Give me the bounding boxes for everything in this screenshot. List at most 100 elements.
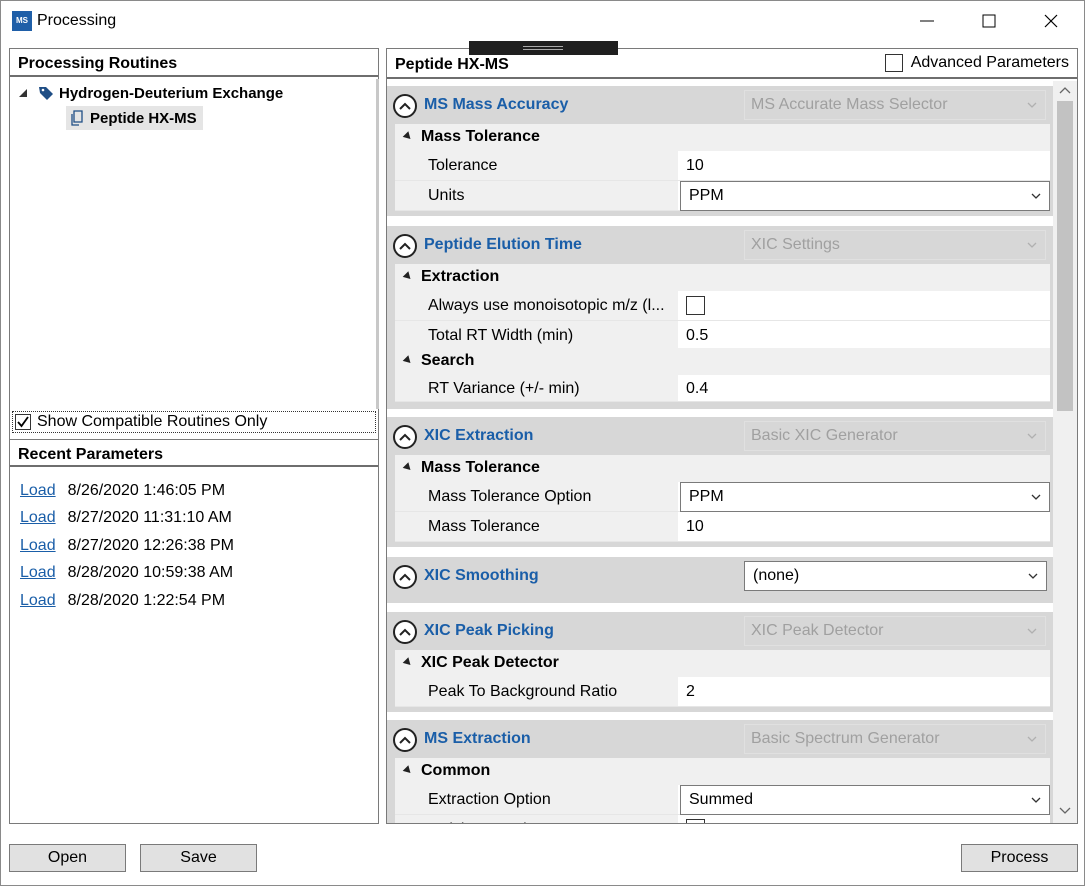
property-name: Tolerance <box>395 151 678 180</box>
window-title: Processing <box>37 12 117 29</box>
collapse-arrow-icon <box>19 89 27 97</box>
collapse-button[interactable] <box>393 94 417 118</box>
property-row: Extraction Option Summed <box>395 785 1050 815</box>
section-header: MS Mass Accuracy MS Accurate Mass Select… <box>387 86 1053 124</box>
load-link[interactable]: Load <box>20 509 56 527</box>
section-header: XIC Extraction Basic XIC Generator <box>387 417 1053 455</box>
chevron-down-icon <box>1027 242 1037 248</box>
recent-timestamp: 8/28/2020 1:22:54 PM <box>67 591 226 609</box>
collapse-button[interactable] <box>393 234 417 258</box>
recent-item: Load 8/27/2020 11:31:10 AM <box>20 505 234 533</box>
collapse-button[interactable] <box>393 565 417 589</box>
tolerance-input[interactable]: 10 <box>686 151 704 180</box>
mass-tolerance-option-dropdown[interactable]: PPM <box>680 482 1050 512</box>
collapse-button[interactable] <box>393 425 417 449</box>
minimize-button[interactable] <box>898 1 956 41</box>
checkbox[interactable] <box>884 54 903 72</box>
load-link[interactable]: Load <box>20 592 56 610</box>
expand-triangle-icon <box>402 765 414 776</box>
extraction-option-dropdown[interactable]: Summed <box>680 785 1050 815</box>
mass-tolerance-input[interactable]: 10 <box>686 512 704 541</box>
property-name: Mass Tolerance <box>395 512 678 541</box>
quick-extraction-checkbox[interactable] <box>686 815 705 823</box>
chevron-up-icon <box>399 628 411 636</box>
section-title: XIC Peak Picking <box>424 622 554 639</box>
group-row[interactable]: XIC Peak Detector <box>395 650 1050 677</box>
section-header: XIC Peak Picking XIC Peak Detector <box>387 612 1053 650</box>
recent-item: Load 8/28/2020 10:59:38 AM <box>20 560 234 588</box>
scroll-up-icon <box>1059 87 1071 94</box>
load-link[interactable]: Load <box>20 564 56 582</box>
load-link[interactable]: Load <box>20 537 56 555</box>
section-header: XIC Smoothing (none) <box>387 557 1053 595</box>
recent-timestamp: 8/27/2020 12:26:38 PM <box>67 536 234 554</box>
recent-timestamp: 8/26/2020 1:46:05 PM <box>67 481 226 499</box>
tree-item-hdx[interactable]: Hydrogen-Deuterium Exchange <box>18 81 283 105</box>
section-title: XIC Extraction <box>424 427 534 444</box>
show-compatible-checkbox[interactable]: Show Compatible Routines Only <box>12 411 376 433</box>
units-dropdown[interactable]: PPM <box>680 181 1050 211</box>
close-button[interactable] <box>1022 1 1080 41</box>
property-row: Tolerance 10 <box>395 151 1050 181</box>
property-row: Quick Extraction <box>395 815 1050 823</box>
monoisotopic-checkbox[interactable] <box>686 291 705 320</box>
save-button[interactable]: Save <box>140 844 257 872</box>
check-icon <box>17 416 29 428</box>
advanced-parameters-checkbox[interactable]: Advanced Parameters <box>883 54 1069 72</box>
peak-ratio-input[interactable]: 2 <box>686 677 695 706</box>
group-row[interactable]: Common <box>395 758 1050 785</box>
smoothing-selector[interactable]: (none) <box>744 561 1047 591</box>
chevron-down-icon <box>1031 193 1041 199</box>
collapse-button[interactable] <box>393 620 417 644</box>
document-icon <box>71 110 83 126</box>
recent-item: Load 8/27/2020 12:26:38 PM <box>20 532 234 560</box>
chevron-down-icon <box>1027 628 1037 634</box>
chevron-up-icon <box>399 242 411 250</box>
collapse-button[interactable] <box>393 728 417 752</box>
algorithm-selector: MS Accurate Mass Selector <box>744 90 1046 120</box>
load-link[interactable]: Load <box>20 482 56 500</box>
chevron-up-icon <box>399 573 411 581</box>
title-bar: MS Processing <box>1 1 1084 41</box>
chevron-up-icon <box>399 433 411 441</box>
parameters-scrollbar[interactable] <box>1053 81 1077 823</box>
tree-item-label: Hydrogen-Deuterium Exchange <box>59 84 284 102</box>
recent-item: Load 8/26/2020 1:46:05 PM <box>20 477 234 505</box>
scroll-down-icon <box>1059 807 1071 814</box>
open-button[interactable]: Open <box>9 844 126 872</box>
section-header: MS Extraction Basic Spectrum Generator <box>387 720 1053 758</box>
property-grid: Mass Tolerance Tolerance 10 Units PPM <box>395 124 1050 211</box>
tree-item-peptide-hx-ms[interactable]: Peptide HX-MS <box>66 106 203 130</box>
recent-list: Load 8/26/2020 1:46:05 PM Load 8/27/2020 1… <box>20 477 234 615</box>
maximize-button[interactable] <box>960 1 1018 41</box>
process-button[interactable]: Process <box>961 844 1078 872</box>
section-ms-mass-accuracy: MS Mass Accuracy MS Accurate Mass Select… <box>387 86 1053 216</box>
property-name: Extraction Option <box>395 785 678 814</box>
section-title: MS Mass Accuracy <box>424 96 569 113</box>
group-row[interactable]: Extraction <box>395 264 1050 291</box>
section-xic-smoothing: XIC Smoothing (none) <box>387 557 1053 603</box>
scroll-thumb[interactable] <box>1057 101 1073 411</box>
group-row[interactable]: Search <box>395 348 1050 375</box>
property-row: Mass Tolerance 10 <box>395 512 1050 542</box>
chevron-up-icon <box>399 736 411 744</box>
group-row[interactable]: Mass Tolerance <box>395 124 1050 151</box>
checkbox[interactable] <box>15 414 31 430</box>
checkbox-label: Show Compatible Routines Only <box>37 413 268 430</box>
recent-header: Recent Parameters <box>10 439 378 467</box>
property-name: Peak To Background Ratio <box>395 677 678 706</box>
splitter-grip[interactable] <box>469 41 618 55</box>
minimize-icon <box>920 20 934 22</box>
expand-triangle-icon <box>402 131 414 142</box>
rt-variance-input[interactable]: 0.4 <box>686 375 708 401</box>
property-name: Units <box>395 181 678 210</box>
chevron-up-icon <box>399 102 411 110</box>
rt-width-input[interactable]: 0.5 <box>686 321 708 350</box>
group-row[interactable]: Mass Tolerance <box>395 455 1050 482</box>
section-header: Peptide Elution Time XIC Settings <box>387 226 1053 264</box>
expand-triangle-icon <box>402 462 414 473</box>
tree-scrollbar[interactable] <box>376 79 379 409</box>
processing-window: MS Processing Processing Routines Hydrog… <box>0 0 1085 886</box>
property-grid: XIC Peak Detector Peak To Background Rat… <box>395 650 1050 707</box>
property-name: Total RT Width (min) <box>395 321 678 350</box>
